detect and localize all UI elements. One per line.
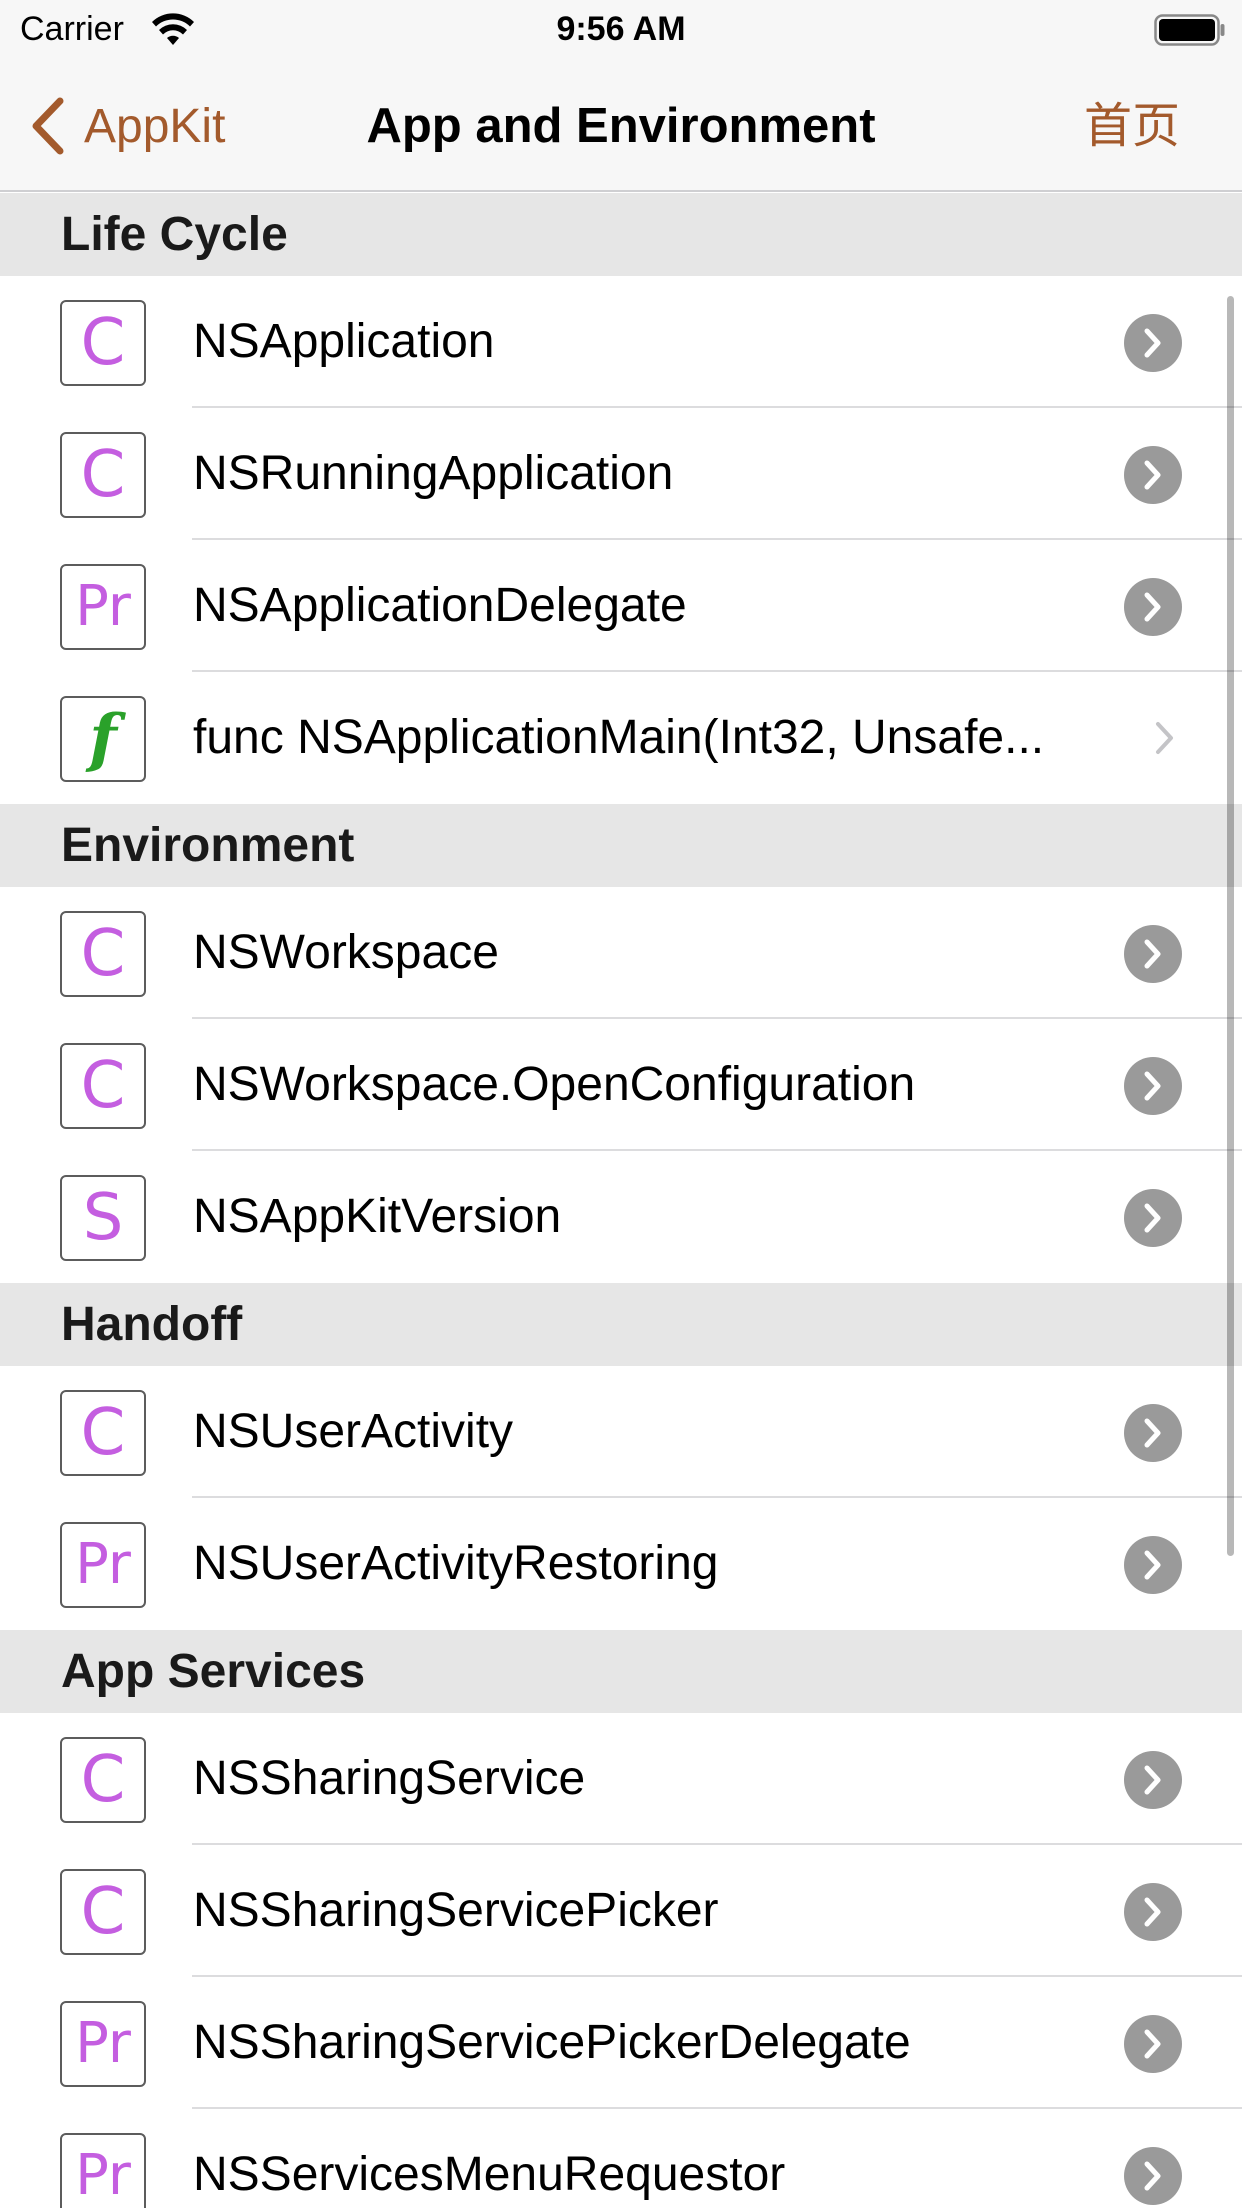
protocol-badge: Pr: [60, 564, 146, 650]
list-item-label: NSSharingServicePickerDelegate: [193, 2016, 911, 2069]
list-item[interactable]: C NSRunningApplication: [0, 408, 1242, 540]
class-badge: C: [60, 300, 146, 386]
section-header: Environment: [0, 804, 1242, 887]
list-item-label: NSWorkspace.OpenConfiguration: [193, 1058, 916, 1111]
class-badge: C: [60, 1869, 146, 1955]
status-bar: Carrier 9:56 AM: [0, 0, 1242, 60]
protocol-badge: Pr: [60, 1522, 146, 1608]
class-badge: C: [60, 1737, 146, 1823]
list-item[interactable]: C NSSharingServicePicker: [0, 1845, 1242, 1977]
list-item[interactable]: f func NSApplicationMain(Int32, Unsafe...: [0, 672, 1242, 804]
list-item-label: NSApplication: [193, 315, 495, 368]
list-item-label: NSAppKitVersion: [193, 1190, 562, 1243]
list-item[interactable]: C NSWorkspace.OpenConfiguration: [0, 1019, 1242, 1151]
detail-disclosure-icon[interactable]: [1124, 2147, 1182, 2205]
detail-disclosure-icon[interactable]: [1124, 1536, 1182, 1594]
list-item[interactable]: C NSWorkspace: [0, 887, 1242, 1019]
list-item[interactable]: Pr NSServicesMenuRequestor: [0, 2109, 1242, 2208]
list-item-label: NSWorkspace: [193, 926, 499, 979]
list-item-label: func NSApplicationMain(Int32, Unsafe...: [193, 711, 1045, 764]
section-header: App Services: [0, 1630, 1242, 1713]
symbol-list: Life Cycle C NSApplication C NSRunningApplic…: [0, 193, 1242, 2208]
detail-disclosure-icon[interactable]: [1124, 446, 1182, 504]
class-badge: C: [60, 911, 146, 997]
list-item[interactable]: C NSApplication: [0, 276, 1242, 408]
detail-disclosure-icon[interactable]: [1124, 1189, 1182, 1247]
list-item-label: NSSharingServicePicker: [193, 1884, 719, 1937]
list-item-label: NSSharingService: [193, 1752, 586, 1805]
detail-disclosure-icon[interactable]: [1124, 578, 1182, 636]
detail-disclosure-icon[interactable]: [1124, 925, 1182, 983]
detail-disclosure-icon[interactable]: [1124, 1057, 1182, 1115]
list-item-label: NSApplicationDelegate: [193, 579, 687, 632]
navigation-bar: AppKit App and Environment 首页: [0, 60, 1242, 192]
protocol-badge: Pr: [60, 2133, 146, 2208]
home-button[interactable]: 首页: [1084, 96, 1180, 156]
scroll-indicator[interactable]: [1227, 296, 1234, 1556]
clock: 9:56 AM: [556, 10, 686, 48]
detail-disclosure-icon[interactable]: [1124, 1883, 1182, 1941]
section-header: Life Cycle: [0, 193, 1242, 276]
list-item[interactable]: C NSSharingService: [0, 1713, 1242, 1845]
class-badge: C: [60, 432, 146, 518]
list-item[interactable]: Pr NSSharingServicePickerDelegate: [0, 1977, 1242, 2109]
function-badge: f: [60, 696, 146, 782]
list-item[interactable]: Pr NSUserActivityRestoring: [0, 1498, 1242, 1630]
struct-badge: S: [60, 1175, 146, 1261]
protocol-badge: Pr: [60, 2001, 146, 2087]
page-title: App and Environment: [366, 99, 876, 153]
class-badge: C: [60, 1390, 146, 1476]
list-item-label: NSUserActivityRestoring: [193, 1537, 719, 1590]
detail-disclosure-icon[interactable]: [1124, 314, 1182, 372]
chevron-right-icon: [1154, 720, 1176, 756]
detail-disclosure-icon[interactable]: [1124, 1404, 1182, 1462]
list-item-label: NSRunningApplication: [193, 447, 674, 500]
class-badge: C: [60, 1043, 146, 1129]
battery-icon: [1154, 14, 1225, 46]
detail-disclosure-icon[interactable]: [1124, 1751, 1182, 1809]
list-item[interactable]: Pr NSApplicationDelegate: [0, 540, 1242, 672]
section-header: Handoff: [0, 1283, 1242, 1366]
list-item[interactable]: C NSUserActivity: [0, 1366, 1242, 1498]
list-item-label: NSUserActivity: [193, 1405, 514, 1458]
list-item[interactable]: S NSAppKitVersion: [0, 1151, 1242, 1283]
list-item-label: NSServicesMenuRequestor: [193, 2148, 786, 2201]
detail-disclosure-icon[interactable]: [1124, 2015, 1182, 2073]
